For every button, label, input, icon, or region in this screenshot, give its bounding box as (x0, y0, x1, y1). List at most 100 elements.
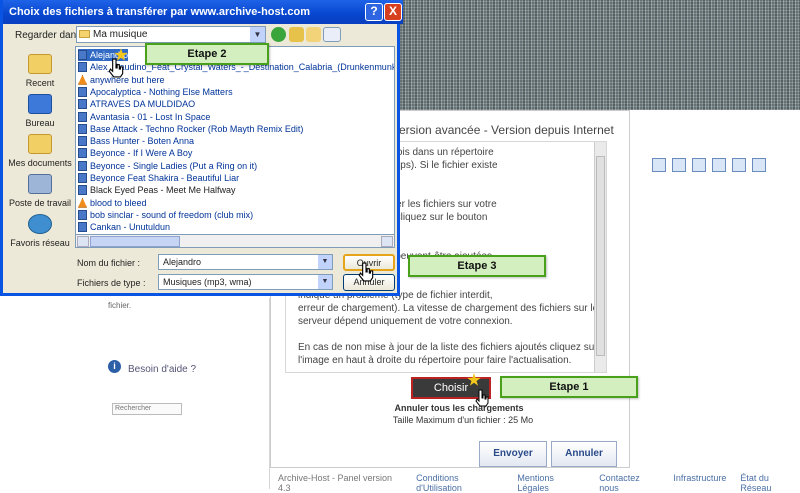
file-list-item[interactable]: Beyonce - If I Were A Boy (78, 147, 192, 159)
callout-etape-1: Etape 1 (500, 376, 638, 398)
file-name: Bass Hunter - Boten Anna (90, 136, 195, 147)
view-menu-icon[interactable] (323, 27, 341, 42)
file-name: Black Eyed Peas - Meet Me Halfway (90, 185, 236, 196)
audio-file-icon (78, 160, 87, 171)
footer-link-conditions[interactable]: Conditions d'Utilisation (416, 473, 503, 493)
file-name: Apocalyptica - Nothing Else Matters (90, 86, 233, 97)
file-type-select[interactable]: Musiques (mp3, wma) ▼ (158, 274, 333, 290)
send-button[interactable]: Envoyer (479, 441, 547, 467)
file-type-value: Musiques (mp3, wma) (163, 277, 252, 287)
audio-file-icon (78, 185, 87, 196)
new-folder-icon[interactable] (306, 27, 321, 42)
place-computer[interactable]: Poste de travail (8, 174, 72, 208)
hand-cursor-icon (108, 58, 124, 78)
max-size-text: Taille Maximum d'un fichier : 25 Mo (392, 415, 534, 425)
back-icon[interactable] (271, 27, 286, 42)
help-button[interactable]: ? (365, 3, 383, 21)
background-image (400, 0, 800, 110)
place-recent[interactable]: Recent (8, 54, 72, 88)
audio-file-icon (78, 62, 87, 73)
place-label: Bureau (25, 118, 55, 128)
file-name: Beyonce - Single Ladies (Put a Ring on i… (90, 160, 258, 171)
place-label: Recent (25, 78, 55, 88)
chevron-down-icon: ▼ (318, 255, 332, 269)
file-list-item[interactable]: Bass Hunter - Boten Anna (78, 135, 194, 147)
file-list-item[interactable]: Cankan - Unutuldun (78, 221, 170, 233)
desktop-icon (28, 94, 52, 114)
scrollbar-thumb[interactable] (90, 236, 180, 247)
callout-etape-2: Etape 2 (145, 43, 269, 65)
file-list-item[interactable]: Black Eyed Peas - Meet Me Halfway (78, 184, 236, 196)
footer-link-infrastructure[interactable]: Infrastructure (673, 473, 726, 493)
audio-file-icon (78, 111, 87, 122)
file-list-item[interactable]: Base Attack - Techno Rocker (Rob Mayth R… (78, 123, 303, 135)
file-list-item[interactable]: Apocalyptica - Nothing Else Matters (78, 86, 233, 98)
file-list-item[interactable]: bob sinclar - sound of freedom (club mix… (78, 209, 253, 221)
file-list-scrollbar[interactable] (75, 234, 395, 248)
help-icon: i (108, 360, 121, 373)
place-label: Favoris réseau (10, 238, 70, 248)
refresh-icon[interactable] (672, 158, 686, 172)
file-name: Beyonce Feat Shakira - Beautiful Liar (90, 173, 240, 183)
view-thumbnails-icon[interactable] (652, 158, 666, 172)
list-view-icon[interactable] (692, 158, 706, 172)
scrollbar-thumb[interactable] (596, 156, 605, 356)
place-network[interactable]: Favoris réseau (8, 214, 72, 248)
look-in-value: Ma musique (93, 29, 148, 40)
footer-version: Archive-Host - Panel version 4.3 (278, 473, 393, 493)
help-link[interactable]: Besoin d'aide ? (128, 364, 196, 375)
cancel-button[interactable]: Annuler (551, 441, 617, 467)
file-name-input[interactable]: Alejandro ▼ (158, 254, 333, 270)
audio-file-icon (78, 148, 87, 159)
file-name-value: Alejandro (163, 257, 202, 267)
file-list-item[interactable]: blood to bleed (78, 197, 147, 209)
footer-link-mentions[interactable]: Mentions Légales (517, 473, 585, 493)
recent-folder-icon (28, 54, 52, 74)
file-name: Cankan - Unutuldun (90, 222, 171, 233)
folder-icon (79, 30, 90, 38)
scroll-right-button[interactable] (381, 236, 393, 247)
file-name: Avantasia - 01 - Lost In Space (90, 111, 211, 122)
up-folder-icon[interactable] (289, 27, 304, 42)
place-label: Mes documents (8, 158, 72, 168)
vlc-file-icon (78, 74, 87, 85)
file-list-item[interactable]: Avantasia - 01 - Lost In Space (78, 111, 210, 123)
footer-link-network-status[interactable]: État du Réseau (740, 473, 800, 493)
vlc-file-icon (78, 197, 87, 208)
audio-file-icon (78, 99, 87, 110)
dialog-titlebar: Choix des fichiers à transférer par www.… (3, 0, 403, 24)
audio-file-icon (78, 173, 87, 183)
file-list-item[interactable]: Beyonce - Single Ladies (Put a Ring on i… (78, 160, 257, 172)
instructions-scrollbar[interactable] (594, 142, 606, 372)
file-list-item[interactable]: Beyonce Feat Shakira - Beautiful Liar (78, 172, 239, 184)
search-input[interactable]: Rechercher (112, 403, 182, 415)
audio-file-icon (78, 209, 87, 220)
file-list-item[interactable]: ATRAVES DA MULDIDAO (78, 98, 195, 110)
fichier-text: fichier. (108, 301, 132, 310)
file-name: Beyonce - If I Were A Boy (90, 148, 193, 159)
file-name: Base Attack - Techno Rocker (Rob Mayth R… (90, 123, 304, 134)
directory-toolbar (652, 158, 782, 178)
dialog-title: Choix des fichiers à transférer par www.… (9, 6, 310, 18)
chevron-down-icon: ▼ (318, 275, 332, 289)
download-icon[interactable] (712, 158, 726, 172)
my-documents-icon (28, 134, 52, 154)
look-in-select[interactable]: Ma musique ▼ (76, 26, 266, 43)
page-left-panel (0, 298, 270, 489)
hand-cursor-icon (358, 262, 374, 282)
computer-icon (28, 174, 52, 194)
chevron-down-icon: ▼ (250, 27, 265, 42)
places-bar: Recent Bureau Mes documents Poste de tra… (8, 46, 72, 254)
cancel-all-link[interactable]: Annuler tous les chargements (379, 403, 539, 413)
arrow-down-icon[interactable] (752, 158, 766, 172)
scroll-left-button[interactable] (77, 236, 89, 247)
footer-link-contact[interactable]: Contactez nous (599, 473, 659, 493)
place-documents[interactable]: Mes documents (8, 134, 72, 168)
close-button[interactable]: X (384, 3, 402, 21)
file-name-label: Nom du fichier : (77, 258, 141, 268)
reload-icon[interactable] (732, 158, 746, 172)
place-desktop[interactable]: Bureau (8, 94, 72, 128)
footer: Archive-Host - Panel version 4.3 Conditi… (278, 473, 800, 493)
file-type-label: Fichiers de type : (77, 278, 146, 288)
audio-file-icon (78, 50, 87, 60)
